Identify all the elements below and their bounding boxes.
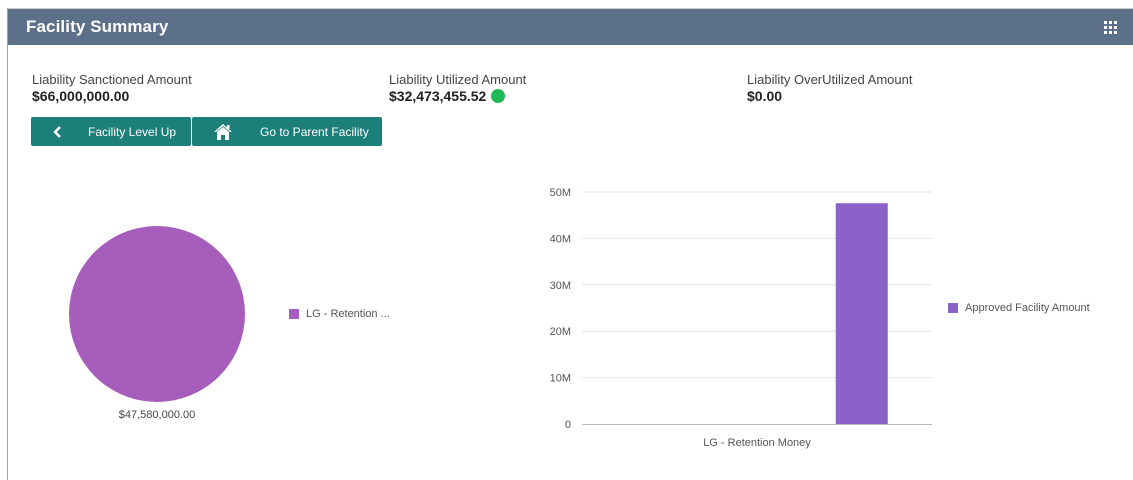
metric-sanctioned-value: $66,000,000.00: [32, 88, 130, 104]
chevron-left-icon: [51, 125, 65, 138]
bar-legend[interactable]: Approved Facility Amount: [948, 302, 1090, 314]
metric-utilized-value: $32,473,455.52: [389, 88, 526, 104]
bar-legend-swatch: [948, 303, 958, 313]
bar-legend-label: Approved Facility Amount: [965, 302, 1090, 314]
metric-overutilized-value: $0.00: [747, 88, 783, 104]
home-icon: [212, 123, 234, 141]
metric-overutilized-label: Liability OverUtilized Amount: [747, 72, 913, 87]
metric-utilized-label: Liability Utilized Amount: [389, 72, 527, 87]
facility-level-up-button[interactable]: Facility Level Up: [31, 117, 191, 146]
pie-legend[interactable]: LG - Retention ...: [289, 308, 390, 320]
grid-icon[interactable]: [1104, 21, 1117, 34]
status-indicator-icon: [491, 89, 506, 103]
facility-level-up-label: Facility Level Up: [88, 124, 177, 139]
pie-legend-swatch: [289, 309, 299, 319]
metric-sanctioned: Liability Sanctioned Amount $66,000,000.…: [32, 72, 192, 104]
metric-utilized: Liability Utilized Amount $32,473,455.52: [389, 72, 526, 104]
pie-legend-label: LG - Retention ...: [306, 308, 390, 320]
panel-title: Facility Summary: [26, 17, 169, 36]
go-to-parent-facility-button[interactable]: Go to Parent Facility: [192, 117, 382, 146]
metric-overutilized: Liability OverUtilized Amount $0.00: [747, 72, 912, 104]
metric-sanctioned-label: Liability Sanctioned Amount: [32, 72, 192, 87]
go-to-parent-facility-label: Go to Parent Facility: [260, 124, 369, 139]
panel-header: Facility Summary: [8, 9, 1133, 45]
